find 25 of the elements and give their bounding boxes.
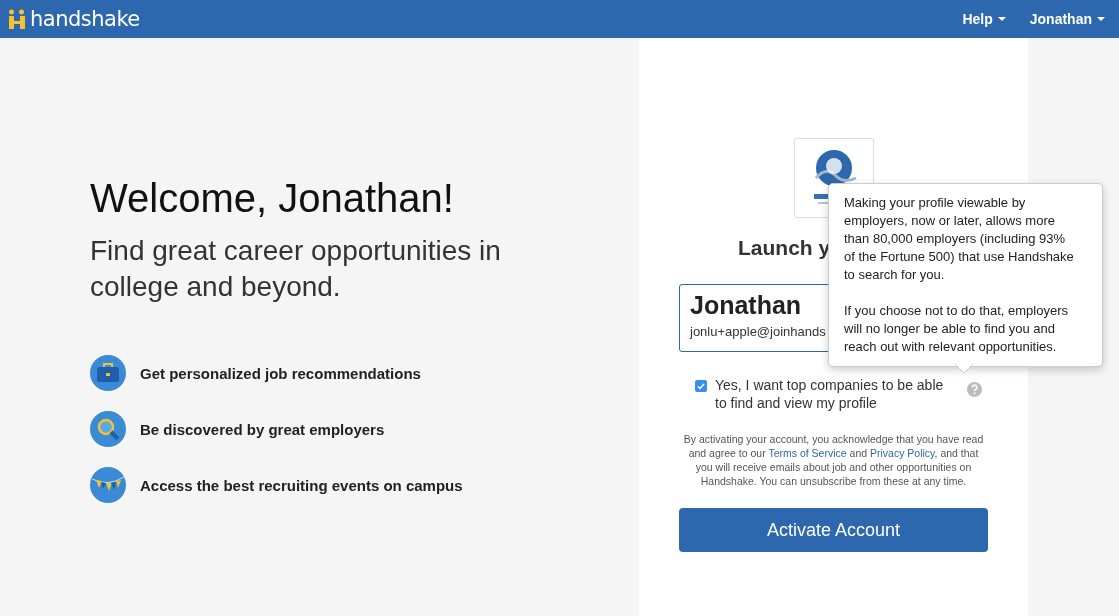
feature-text: Access the best recruiting events on campus: [140, 476, 463, 494]
feature-text: Get personalized job recommendations: [140, 364, 421, 382]
popover-text: Making your profile viewable by employers, now or later, allows more than 80,000 employers (including 93% of the Fortune 500) that use Handshake to search for you.: [844, 194, 1075, 284]
brand-name[interactable]: handshake: [30, 7, 140, 31]
consent-label: Yes, I want top companies to be able to find and view my profile: [715, 376, 945, 412]
nav-menu[interactable]: Help: [962, 11, 1006, 27]
briefcase-icon: [90, 355, 126, 391]
account-name: Jonathan: [690, 291, 802, 320]
help-icon[interactable]: [967, 382, 982, 397]
bunting-flags-icon: [90, 467, 126, 503]
caret-icon: [1097, 17, 1105, 21]
privacy-link[interactable]: Privacy Policy: [870, 447, 935, 459]
magnifier-icon: [90, 411, 126, 447]
welcome-title: Welcome, Jonathan!: [90, 176, 455, 221]
account-email: jonlu+apple@joinhands: [690, 324, 826, 339]
activate-account-button[interactable]: Activate Account: [679, 508, 988, 552]
consent-checkbox[interactable]: [695, 380, 707, 392]
nav-menu[interactable]: Jonathan: [1029, 11, 1105, 27]
welcome-subtitle: Find great career opportunities in college and beyond.: [90, 234, 502, 304]
popover-text: If you choose not to do that, employers will no longer be able to find you and reach out with relevant opportunities.: [844, 302, 1070, 356]
feature-text: Be discovered by great employers: [140, 420, 385, 438]
caret-icon: [997, 17, 1006, 21]
legal-notice: By activating your account, you acknowledge that you have read and agree to our Terms of Service and Privacy Policy, and that you will receive emails about job and other opportunities on Handshake. You can unsubscribe from these at any time.: [682, 432, 985, 488]
terms-link[interactable]: Terms of Service: [768, 447, 847, 459]
handshake-logo-icon: [8, 9, 26, 29]
